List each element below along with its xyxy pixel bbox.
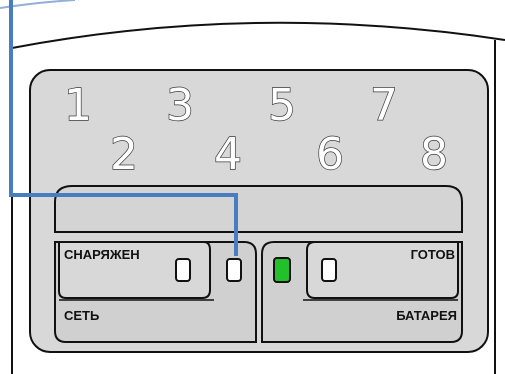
zone-number: 2 xyxy=(110,129,138,180)
zone-number: 6 xyxy=(316,129,344,180)
zone-number: 8 xyxy=(420,129,448,180)
zone-number: 7 xyxy=(370,80,398,131)
battery-led xyxy=(273,257,291,283)
armed-label: СНАРЯЖЕН xyxy=(64,247,140,262)
zone-number: 1 xyxy=(64,80,92,131)
zone-number: 5 xyxy=(268,80,296,131)
zone-number: 3 xyxy=(166,80,194,131)
battery-label: БАТАРЕЯ xyxy=(396,308,457,323)
mains-label: СЕТЬ xyxy=(64,308,99,323)
display-strip xyxy=(54,185,463,233)
zone-number: 4 xyxy=(214,129,242,180)
mains-led xyxy=(226,258,242,282)
ready-label: ГОТОВ xyxy=(411,247,455,262)
keypad-diagram: 1 2 3 4 5 6 7 8 СНАРЯЖЕН СЕТЬ ГОТОВ БАТА… xyxy=(0,0,505,374)
ready-led xyxy=(321,258,337,282)
armed-led xyxy=(175,258,191,282)
